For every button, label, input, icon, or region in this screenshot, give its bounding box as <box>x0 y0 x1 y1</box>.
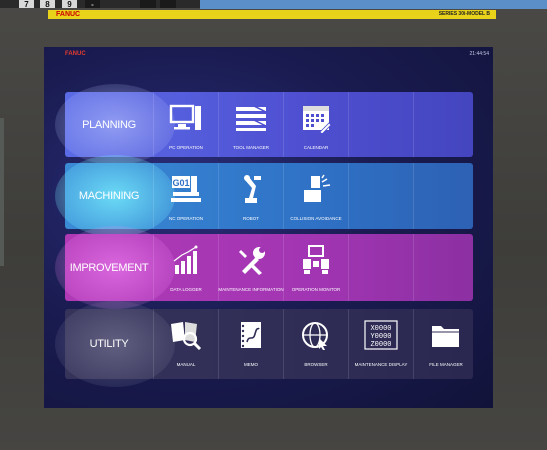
empty-slot <box>348 234 413 301</box>
pc-monitor-icon <box>169 104 201 130</box>
bezel-blue-strip <box>200 0 547 9</box>
app-tool-manager[interactable]: TOOL MANAGER <box>218 92 283 157</box>
screen-logo: FANUC <box>65 51 86 57</box>
memo-icon <box>241 322 261 348</box>
app-label: CALENDAR <box>303 145 329 150</box>
empty-slot <box>348 163 413 229</box>
empty-slot <box>348 92 413 157</box>
manual-book-icon <box>171 322 202 350</box>
app-label: OPERATION MONITOR <box>291 287 341 292</box>
key-7[interactable]: 7 <box>19 0 34 9</box>
bezel-series: SERIES 30i-MODEL B <box>438 11 490 17</box>
key-8[interactable]: 8 <box>40 0 55 9</box>
app-memo[interactable]: MEMO <box>218 309 283 379</box>
wrench-icon <box>239 247 265 275</box>
svg-text:Y0000: Y0000 <box>370 333 391 341</box>
svg-text:X0000: X0000 <box>370 325 391 333</box>
robot-arm-icon <box>244 175 261 203</box>
app-pc-operation[interactable]: PC OPERATION <box>153 92 218 157</box>
empty-slot <box>413 234 478 301</box>
svg-text:G01: G01 <box>172 178 189 188</box>
app-label: COLLISION AVOIDANCE <box>290 216 342 221</box>
app-label: FILE MANAGER <box>429 362 463 367</box>
svg-text:Z0000: Z0000 <box>370 341 391 349</box>
clock: 21:44:54 <box>469 51 489 57</box>
app-operation-monitor[interactable]: OPERATION MONITOR <box>283 234 348 301</box>
side-panel <box>0 118 4 266</box>
category-machining: MACHINING <box>78 190 140 202</box>
bezel-nameplate: FANUC SERIES 30i-MODEL B <box>48 10 496 19</box>
keypad-strip: 7 8 9 - <box>0 0 200 9</box>
category-improvement: IMPROVEMENT <box>69 261 149 274</box>
key-minus[interactable]: - <box>85 0 100 9</box>
collision-icon <box>304 174 331 202</box>
app-data-logger[interactable]: DATA LOGGER <box>153 234 218 301</box>
app-calendar[interactable]: CALENDAR <box>283 92 348 157</box>
tool-manager-icon <box>236 105 267 131</box>
row-planning: PLANNING PC OPERATION TOOL MANAGER CALEN… <box>55 84 473 165</box>
app-manual[interactable]: MANUAL <box>153 309 218 379</box>
key-blank-1[interactable] <box>140 0 156 8</box>
row-machining: MACHINING G01 NC OPERATION ROBOT COLLISI… <box>55 155 473 237</box>
category-utility: UTILITY <box>89 338 129 350</box>
g01-nc-icon: G01 <box>171 176 201 202</box>
folder-icon <box>432 326 459 347</box>
browser-globe-icon <box>302 322 328 350</box>
calendar-icon <box>303 106 332 133</box>
app-collision-avoidance[interactable]: COLLISION AVOIDANCE <box>283 163 348 229</box>
app-robot[interactable]: ROBOT <box>218 163 283 229</box>
bezel-brand: FANUC <box>56 11 81 18</box>
chart-icon <box>173 245 198 274</box>
key-blank-2[interactable] <box>160 0 176 8</box>
maintenance-display-icon: X0000 Y0000 Z0000 <box>364 320 398 350</box>
app-maintenance-display[interactable]: X0000 Y0000 Z0000 MAINTENANCE DISPLAY <box>348 309 413 379</box>
category-planning: PLANNING <box>82 118 136 131</box>
key-9[interactable]: 9 <box>62 0 77 9</box>
app-browser[interactable]: BROWSER <box>283 309 348 379</box>
row-improvement: IMPROVEMENT DATA LOGGER MAINTENANCE INFO… <box>55 226 473 309</box>
empty-slot <box>413 163 478 229</box>
cnc-screen: FANUC 21:44:54 PLANNING PC OPERATION TOO… <box>44 47 493 408</box>
app-maintenance-information[interactable]: MAINTENANCE INFORMATION <box>218 234 284 301</box>
row-utility: UTILITY MANUAL MEMO BROWSER X0000 Y0000 … <box>55 301 473 387</box>
app-file-manager[interactable]: FILE MANAGER <box>413 309 478 379</box>
app-nc-operation[interactable]: G01 NC OPERATION <box>153 163 218 229</box>
empty-slot <box>413 92 478 157</box>
operation-monitor-icon <box>303 245 329 274</box>
